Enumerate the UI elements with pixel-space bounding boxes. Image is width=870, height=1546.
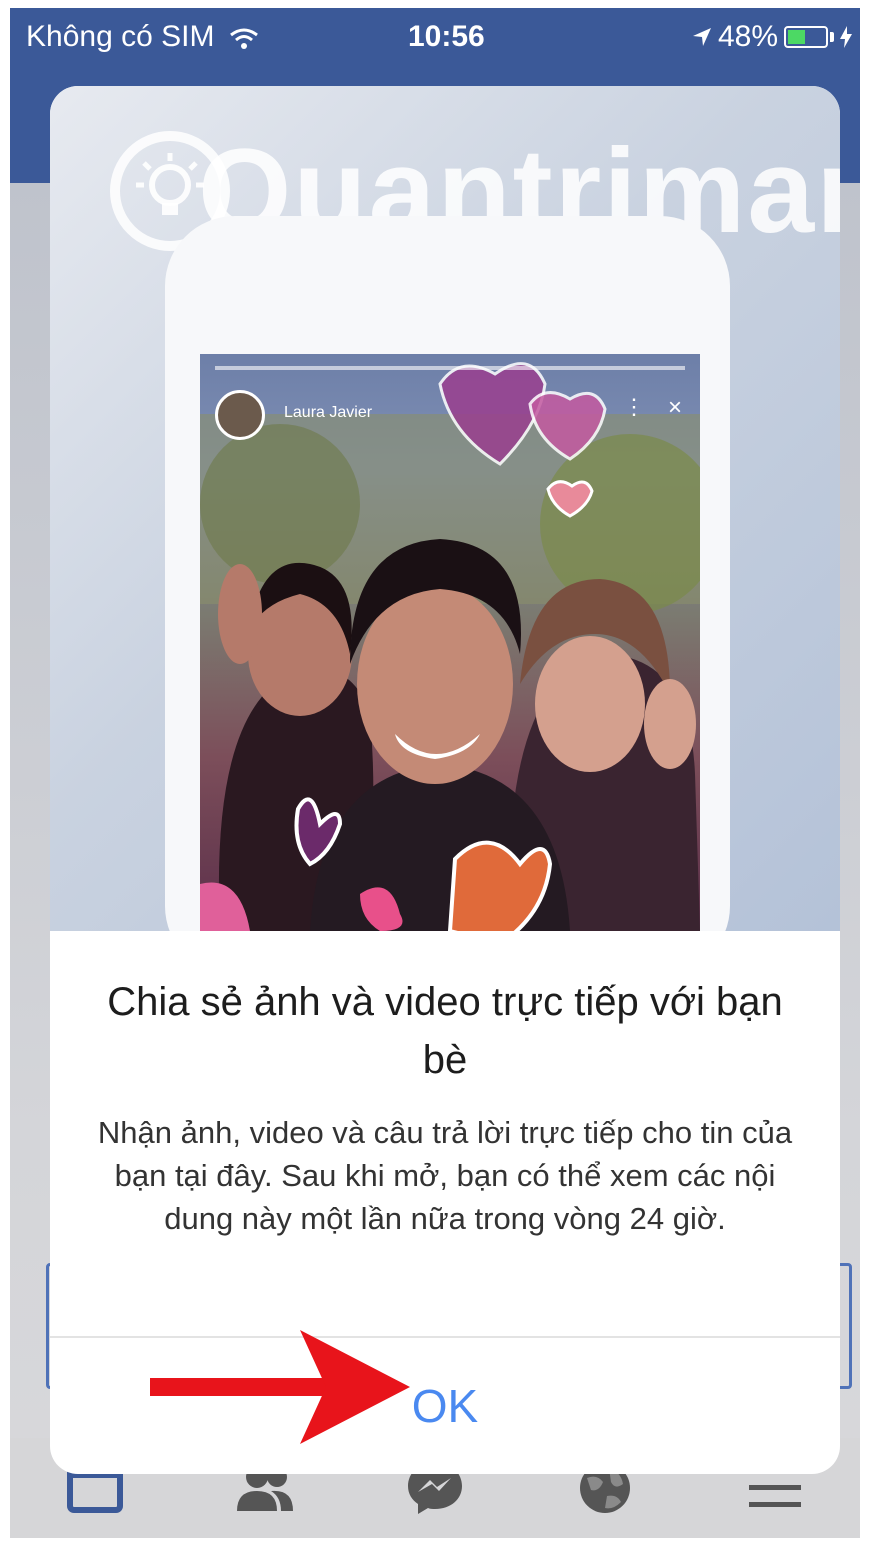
story-progress-bar (215, 366, 685, 370)
annotation-arrow-icon (150, 1330, 410, 1444)
battery-percent: 48% (717, 20, 778, 53)
dialog-content: Chia sẻ ảnh và video trực tiếp với bạn b… (50, 931, 840, 1336)
close-icon: × (667, 394, 682, 421)
charging-icon (840, 26, 852, 48)
battery-level (788, 30, 806, 44)
more-options-icon: ⋮ (623, 394, 645, 419)
battery-tip (830, 32, 834, 42)
story-preview: Laura Javier ⋮ × (200, 354, 700, 931)
battery-icon (784, 26, 828, 48)
location-arrow-icon (692, 28, 711, 46)
phone-screen: Không có SIM 10:56 48% Quantrima Laura J… (10, 8, 860, 1538)
story-photo (200, 362, 700, 931)
wifi-icon (229, 28, 258, 50)
dialog-title: Chia sẻ ảnh và video trực tiếp với bạn b… (107, 980, 783, 1082)
carrier-text: Không có SIM (26, 20, 215, 53)
carrier-label: Không có SIM (26, 20, 259, 54)
dialog-illustration: Quantrimang (50, 86, 840, 976)
status-bar: Không có SIM 10:56 48% (10, 8, 860, 68)
avatar (215, 390, 265, 440)
dialog-description: Nhận ảnh, video và câu trả lời trực tiếp… (97, 1115, 793, 1236)
story-user-name: Laura Javier (284, 404, 373, 421)
status-right: 48% (692, 20, 852, 54)
story-replies-dialog: Quantrimang (50, 86, 840, 1474)
clock: 10:56 (408, 20, 485, 53)
